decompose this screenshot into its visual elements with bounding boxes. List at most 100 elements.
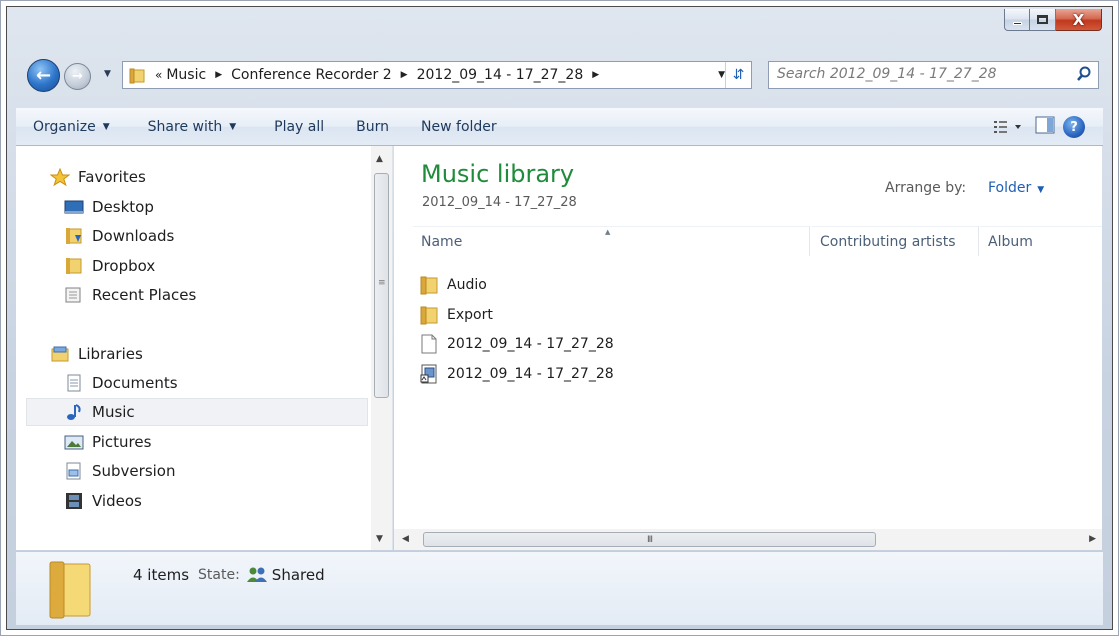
column-divider[interactable] xyxy=(978,226,979,256)
scroll-left-icon[interactable]: ◀ xyxy=(402,534,409,544)
minimize-button[interactable] xyxy=(1004,9,1030,31)
breadcrumb-music[interactable]: Music xyxy=(166,67,206,83)
arrange-by-dropdown[interactable]: Folder ▼ xyxy=(988,180,1044,196)
refresh-button[interactable]: ⇵ xyxy=(725,62,751,88)
column-header-contributing-artists[interactable]: Contributing artists xyxy=(812,226,979,256)
breadcrumb-overflow[interactable]: « xyxy=(155,68,162,82)
folder-icon xyxy=(129,68,145,84)
state-value: Shared xyxy=(271,566,325,584)
file-name: 2012_09_14 - 17_27_28 xyxy=(447,336,614,352)
recent-places-icon xyxy=(64,286,84,304)
pictures-icon xyxy=(64,433,84,451)
organize-button[interactable]: Organize ▼ xyxy=(16,108,123,145)
navigation-pane: Favorites Desktop Downloads Dropbox Rece… xyxy=(16,146,393,550)
scroll-right-icon[interactable]: ▶ xyxy=(1089,534,1096,544)
preview-pane-button[interactable] xyxy=(1035,116,1055,138)
nav-favorites-header[interactable]: Favorites xyxy=(49,163,360,191)
column-divider[interactable] xyxy=(809,226,810,256)
caption-buttons: X xyxy=(1004,9,1102,31)
back-arrow-icon: ← xyxy=(35,65,52,86)
details-pane: 4 items State: Shared xyxy=(16,551,1103,625)
file-name: 2012_09_14 - 17_27_28 xyxy=(447,366,614,382)
nav-libraries-header[interactable]: Libraries xyxy=(50,340,360,368)
library-subtitle: 2012_09_14 - 17_27_28 xyxy=(422,195,577,210)
nav-item-label: Pictures xyxy=(92,433,152,451)
maximize-button[interactable] xyxy=(1030,9,1056,31)
nav-pane-scrollbar[interactable]: ▲ ≡ ▼ xyxy=(371,146,392,550)
horizontal-scroll-thumb[interactable]: III xyxy=(423,532,876,547)
address-bar[interactable]: « Music ▶ Conference Recorder 2 ▶ 2012_0… xyxy=(122,61,752,89)
nav-item-label: Videos xyxy=(92,492,142,510)
share-with-label: Share with xyxy=(147,118,223,135)
forward-button[interactable]: → xyxy=(64,63,91,90)
scroll-up-icon[interactable]: ▲ xyxy=(376,154,383,164)
organize-label: Organize xyxy=(33,118,96,135)
nav-item-subversion[interactable]: Subversion xyxy=(64,457,360,485)
subversion-icon xyxy=(64,462,84,480)
nav-item-documents[interactable]: Documents xyxy=(64,369,360,397)
music-note-icon xyxy=(64,403,84,421)
nav-item-label: Desktop xyxy=(92,198,154,216)
back-button[interactable]: ← xyxy=(27,59,60,92)
project-file-icon xyxy=(420,364,438,384)
breadcrumb-conference-recorder[interactable]: Conference Recorder 2 xyxy=(231,67,392,83)
nav-item-pictures[interactable]: Pictures xyxy=(64,428,360,456)
chevron-down-icon: ▼ xyxy=(102,121,110,132)
nav-item-downloads[interactable]: Downloads xyxy=(64,222,360,250)
breadcrumb-current-folder[interactable]: 2012_09_14 - 17_27_28 xyxy=(417,67,584,83)
nav-favorites-label: Favorites xyxy=(78,168,146,186)
file-item-blank[interactable]: 2012_09_14 - 17_27_28 xyxy=(420,330,614,358)
nav-libraries-label: Libraries xyxy=(78,345,143,363)
desktop-icon xyxy=(64,198,84,216)
nav-item-desktop[interactable]: Desktop xyxy=(64,193,360,221)
breadcrumb-separator[interactable]: ▶ xyxy=(215,70,222,80)
file-name: Export xyxy=(447,307,493,323)
file-item-project[interactable]: 2012_09_14 - 17_27_28 xyxy=(420,360,614,388)
videos-icon xyxy=(64,492,84,510)
scroll-down-icon[interactable]: ▼ xyxy=(376,534,383,544)
arrange-by-value: Folder xyxy=(988,180,1032,196)
column-header-name[interactable]: Name xyxy=(413,226,809,256)
file-item-audio[interactable]: Audio xyxy=(420,271,487,299)
column-header-album[interactable]: Album xyxy=(980,226,1102,256)
nav-item-music[interactable]: Music xyxy=(26,398,368,426)
burn-button[interactable]: Burn xyxy=(343,108,402,145)
nav-item-videos[interactable]: Videos xyxy=(64,487,360,515)
nav-item-label: Downloads xyxy=(92,227,175,245)
recent-pages-dropdown[interactable]: ▼ xyxy=(104,69,111,79)
minimize-icon xyxy=(1012,22,1022,25)
close-icon: X xyxy=(1072,10,1085,29)
change-view-button[interactable] xyxy=(993,120,1023,134)
star-icon xyxy=(49,167,71,187)
item-count: 4 items xyxy=(133,566,190,584)
maximize-icon xyxy=(1037,15,1048,24)
share-with-button[interactable]: Share with ▼ xyxy=(135,108,249,145)
search-input[interactable] xyxy=(777,66,1067,82)
forward-arrow-icon: → xyxy=(72,69,83,84)
grip-icon: ≡ xyxy=(378,278,386,288)
help-button[interactable]: ? xyxy=(1063,116,1085,138)
nav-item-label: Subversion xyxy=(92,462,176,480)
nav-item-label: Documents xyxy=(92,374,178,392)
search-icon[interactable] xyxy=(1076,66,1092,82)
file-item-export[interactable]: Export xyxy=(420,301,493,329)
play-all-button[interactable]: Play all xyxy=(261,108,337,145)
nav-item-dropbox[interactable]: Dropbox xyxy=(64,252,360,280)
address-dropdown-arrow[interactable]: ▼ xyxy=(718,70,725,80)
downloads-folder-icon xyxy=(64,227,84,245)
close-button[interactable]: X xyxy=(1056,9,1102,31)
breadcrumb-separator[interactable]: ▶ xyxy=(401,70,408,80)
nav-item-recent-places[interactable]: Recent Places xyxy=(64,281,360,309)
breadcrumb: « Music ▶ Conference Recorder 2 ▶ 2012_0… xyxy=(155,67,608,83)
nav-item-label: Recent Places xyxy=(92,286,197,304)
file-list-horizontal-scrollbar[interactable]: ◀ III ▶ xyxy=(394,529,1102,550)
grip-icon: III xyxy=(647,534,653,545)
search-box xyxy=(768,61,1099,89)
breadcrumb-separator[interactable]: ▶ xyxy=(592,70,599,80)
folder-icon xyxy=(64,257,84,275)
blank-file-icon xyxy=(420,334,438,354)
new-folder-button[interactable]: New folder xyxy=(408,108,510,145)
file-name: Audio xyxy=(447,277,487,293)
help-icon: ? xyxy=(1070,119,1078,135)
nav-scroll-thumb[interactable]: ≡ xyxy=(374,173,389,398)
